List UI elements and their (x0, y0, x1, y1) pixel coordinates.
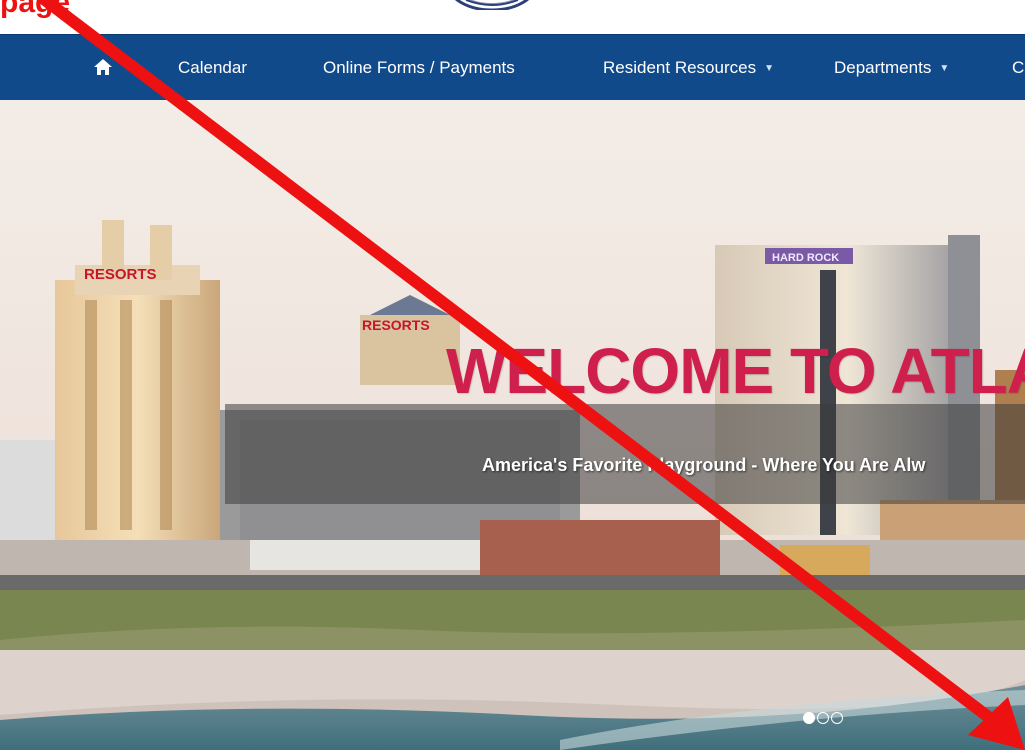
nav-item-departments[interactable]: Departments ▼ (834, 35, 949, 101)
hero-carousel: RESORTS RESORTS HARD ROCK WELCOME TO ATL… (0, 100, 1025, 750)
chevron-down-icon: ▼ (939, 63, 950, 74)
chevron-down-icon: ▼ (764, 63, 774, 74)
nav-label: Calendar (178, 58, 247, 77)
hard-rock-sign: HARD ROCK (772, 252, 839, 264)
nav-item-c[interactable]: C (1012, 35, 1024, 101)
resorts-sign-left: RESORTS (84, 266, 157, 283)
carousel-indicators (803, 712, 845, 726)
city-seal-icon[interactable] (444, 0, 540, 10)
annotation-label: page (0, 0, 71, 19)
nav-item-online-forms-payments[interactable]: Online Forms / Payments (323, 35, 515, 101)
header-strip: page (0, 0, 1025, 34)
page: page Calendar Online Forms / Payments Re… (0, 0, 1025, 750)
nav-label: C (1012, 58, 1025, 77)
nav-label: Online Forms / Payments (323, 58, 515, 77)
carousel-dot-3[interactable] (831, 712, 843, 724)
home-icon[interactable] (93, 57, 113, 77)
carousel-dot-2[interactable] (817, 712, 829, 724)
nav-label: Departments (834, 58, 932, 77)
hero-subtitle: America's Favorite Playground - Where Yo… (482, 455, 926, 475)
nav-item-calendar[interactable]: Calendar (178, 35, 247, 101)
resorts-sign-mid: RESORTS (362, 317, 430, 333)
nav-label: Resident Resources (603, 58, 757, 77)
nav-item-resident-resources[interactable]: Resident Resources ▼ (603, 35, 774, 101)
main-nav: Calendar Online Forms / Payments Residen… (0, 34, 1025, 101)
carousel-dot-1[interactable] (803, 712, 815, 724)
hero-title: WELCOME TO ATLANT (446, 335, 1025, 407)
